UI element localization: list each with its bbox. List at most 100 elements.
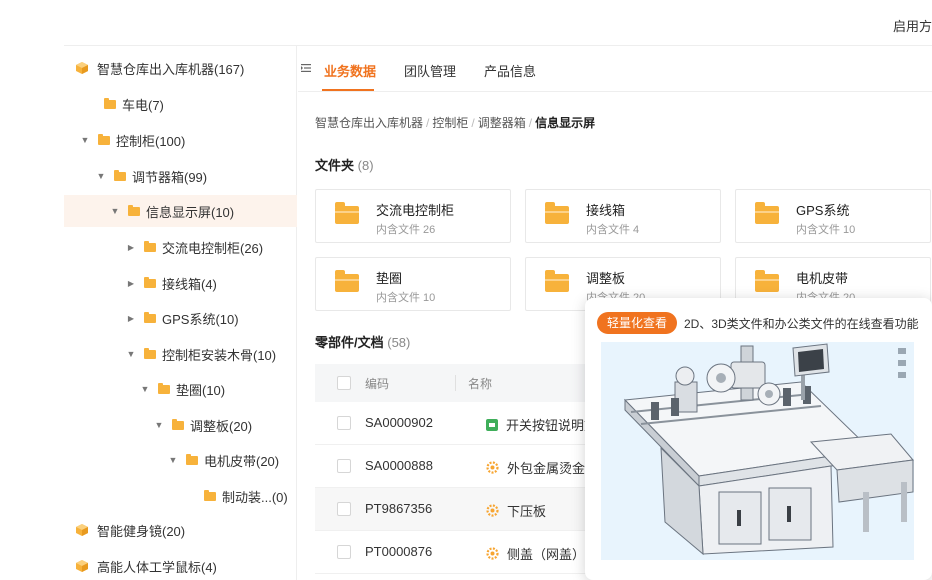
caret-right-icon[interactable]: ▶ (126, 279, 136, 288)
tree-item-label: 接线箱(4) (162, 276, 217, 292)
caret-right-icon[interactable]: ▶ (126, 243, 136, 252)
tree-item-info-display[interactable]: ▼ 信息显示屏(10) (64, 195, 297, 227)
folder-card[interactable]: 垫圈 内含文件 10 (315, 257, 511, 311)
cube-icon (76, 62, 88, 74)
folder-name: GPS系统 (796, 203, 850, 218)
folder-tree: 智慧仓库出入库机器(167) 车电(7) ▼ 控制柜(100) ▼ 调节器箱(9… (64, 46, 297, 580)
tree-item-warehouse-robot[interactable]: 智慧仓库出入库机器(167) (64, 52, 297, 84)
tree-item-cabinet-frame[interactable]: ▼ 控制柜安装木骨(10) (64, 338, 297, 370)
row-checkbox[interactable] (337, 502, 351, 516)
tree-item-label: 交流电控制柜(26) (162, 240, 264, 256)
tree-item-washer[interactable]: ▼ 垫圈(10) (64, 373, 297, 405)
lightweight-view-badge[interactable]: 轻量化查看 (597, 312, 678, 334)
folder-icon (204, 489, 216, 501)
section-title-text: 文件夹 (315, 158, 355, 173)
caret-down-icon[interactable]: ▼ (154, 420, 164, 430)
tree-item-fitness-mirror[interactable]: 智能健身镜(20) (64, 514, 297, 546)
breadcrumb-item[interactable]: 控制柜 (432, 116, 468, 130)
caret-down-icon[interactable]: ▼ (168, 455, 178, 465)
top-header: 启用方 (64, 0, 932, 46)
breadcrumb-item[interactable]: 调整器箱 (478, 116, 526, 130)
document-icon (486, 418, 498, 431)
breadcrumb-separator: / (426, 116, 430, 130)
row-name[interactable]: 侧盖（网盖） (486, 544, 585, 563)
settings-tool-icon[interactable] (898, 372, 906, 378)
tab-team-management[interactable]: 团队管理 (404, 61, 456, 80)
tab-business-data[interactable]: 业务数据 (324, 61, 376, 80)
active-tab-indicator (322, 89, 374, 91)
tab-bar: 业务数据 团队管理 产品信息 (298, 46, 932, 92)
caret-down-icon[interactable]: ▼ (126, 349, 136, 359)
row-name-text: 外包金属烫金 (507, 461, 586, 476)
folder-icon (755, 202, 779, 224)
folder-icon (144, 311, 156, 323)
caret-right-icon[interactable]: ▶ (126, 314, 136, 323)
tree-item-label: 智能健身镜(20) (97, 523, 186, 539)
caret-down-icon[interactable]: ▼ (110, 206, 120, 216)
folder-file-count: 内含文件 26 (376, 224, 436, 236)
folder-icon (144, 347, 156, 359)
row-code: SA0000888 (365, 458, 433, 473)
cube-icon (76, 560, 88, 572)
folder-icon (144, 276, 156, 288)
folder-card[interactable]: GPS系统 内含文件 10 (735, 189, 931, 243)
preview-toolbar (898, 348, 908, 384)
folder-icon (114, 169, 126, 181)
tree-item-control-cabinet[interactable]: ▼ 控制柜(100) (64, 124, 297, 156)
tree-item-brake[interactable]: 制动装...(0) (64, 480, 297, 512)
tree-item-label: 电机皮带(20) (204, 453, 280, 469)
folder-file-count: 内含文件 10 (796, 224, 856, 236)
folder-name: 接线箱 (586, 203, 626, 218)
breadcrumb: 智慧仓库出入库机器 / 控制柜 / 调整器箱 / 信息显示屏 (315, 114, 595, 131)
tree-item-label: 智慧仓库出入库机器(167) (97, 61, 245, 77)
part-gear-icon (486, 547, 499, 560)
row-code: PT9867356 (365, 501, 433, 516)
column-header-code[interactable]: 编码 (365, 375, 389, 392)
tree-item-label: 制动装...(0) (222, 489, 288, 505)
section-count: (58) (387, 335, 411, 350)
header-right-text[interactable]: 启用方 (893, 16, 932, 35)
select-all-checkbox[interactable] (337, 376, 351, 390)
tree-item-label: 调节器箱(99) (132, 169, 208, 185)
tree-item-ac-control[interactable]: ▶ 交流电控制柜(26) (64, 231, 297, 263)
folder-icon (98, 133, 110, 145)
column-header-name[interactable]: 名称 (468, 375, 492, 392)
tree-item-junction-box[interactable]: ▶ 接线箱(4) (64, 267, 297, 299)
row-name[interactable]: 下压板 (486, 501, 546, 520)
parts-section-title: 零部件/文档 (58) (315, 332, 410, 351)
tab-product-info[interactable]: 产品信息 (484, 61, 536, 80)
tree-item-label: GPS系统(10) (162, 311, 239, 327)
tree-item-chedian[interactable]: 车电(7) (64, 88, 297, 120)
row-name-text: 下压板 (507, 504, 547, 519)
breadcrumb-item[interactable]: 智慧仓库出入库机器 (315, 116, 423, 130)
collapse-sidebar-icon[interactable] (300, 62, 312, 74)
folder-card[interactable]: 交流电控制柜 内含文件 26 (315, 189, 511, 243)
row-code: PT0000876 (365, 544, 433, 559)
tree-item-ergonomic-mouse[interactable]: 高能人体工学鼠标(4) (64, 550, 297, 580)
tree-item-label: 垫圈(10) (176, 382, 226, 398)
folder-icon (172, 418, 184, 430)
tree-item-adjust-plate[interactable]: ▼ 调整板(20) (64, 409, 297, 441)
layers-tool-icon[interactable] (898, 360, 906, 366)
tree-item-label: 控制柜(100) (116, 133, 186, 149)
tree-item-label: 车电(7) (122, 97, 164, 113)
view-tool-icon[interactable] (898, 348, 906, 354)
tree-item-regulator-box[interactable]: ▼ 调节器箱(99) (64, 160, 297, 192)
folder-icon (545, 202, 569, 224)
caret-down-icon[interactable]: ▼ (80, 135, 90, 145)
column-divider (455, 375, 456, 391)
folder-file-count: 内含文件 4 (586, 224, 640, 236)
folder-icon (335, 202, 359, 224)
row-checkbox[interactable] (337, 416, 351, 430)
caret-down-icon[interactable]: ▼ (96, 171, 106, 181)
row-name[interactable]: 外包金属烫金 (486, 458, 585, 477)
folder-card[interactable]: 接线箱 内含文件 4 (525, 189, 721, 243)
3d-model-preview[interactable] (601, 342, 914, 560)
folder-icon (755, 270, 779, 292)
caret-down-icon[interactable]: ▼ (140, 384, 150, 394)
folder-icon (186, 453, 198, 465)
row-checkbox[interactable] (337, 459, 351, 473)
tree-item-motor-belt[interactable]: ▼ 电机皮带(20) (64, 444, 297, 476)
row-checkbox[interactable] (337, 545, 351, 559)
tree-item-gps[interactable]: ▶ GPS系统(10) (64, 302, 297, 334)
